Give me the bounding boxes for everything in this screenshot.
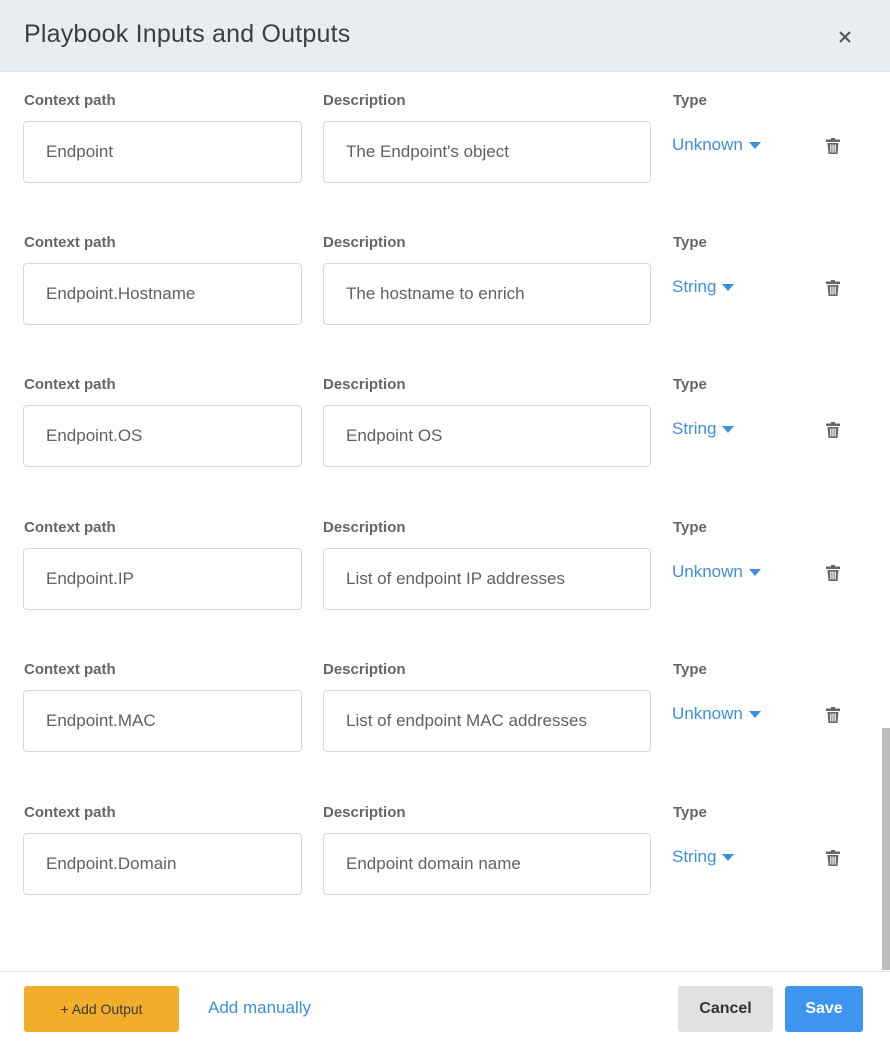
context-path-input[interactable]: Endpoint.OS	[23, 405, 302, 467]
context-path-input[interactable]: Endpoint.Hostname	[23, 263, 302, 325]
type-label: Type	[673, 661, 707, 678]
add-output-button[interactable]: + Add Output	[24, 986, 179, 1032]
scrollbar-thumb[interactable]	[882, 728, 890, 970]
context-path-label: Context path	[24, 92, 116, 109]
type-label: Type	[673, 519, 707, 536]
type-dropdown[interactable]: String	[672, 419, 735, 439]
description-input[interactable]: The hostname to enrich	[323, 263, 651, 325]
description-label: Description	[323, 376, 406, 393]
description-label: Description	[323, 519, 406, 536]
type-value: String	[672, 847, 717, 866]
dialog-footer: + Add Output Add manually Cancel Save	[0, 971, 890, 1043]
description-input[interactable]: Endpoint OS	[323, 405, 651, 467]
context-path-input[interactable]: Endpoint	[23, 121, 302, 183]
type-label: Type	[673, 234, 707, 251]
type-value: Unknown	[672, 562, 743, 581]
caret-down-icon	[748, 568, 761, 576]
context-path-label: Context path	[24, 376, 116, 393]
type-dropdown[interactable]: Unknown	[672, 562, 761, 582]
type-dropdown[interactable]: Unknown	[672, 704, 761, 724]
trash-icon[interactable]	[826, 565, 840, 581]
context-path-label: Context path	[24, 519, 116, 536]
context-path-input[interactable]: Endpoint.MAC	[23, 690, 302, 752]
context-path-input[interactable]: Endpoint.IP	[23, 548, 302, 610]
trash-icon[interactable]	[826, 422, 840, 438]
description-input[interactable]: List of endpoint IP addresses	[323, 548, 651, 610]
description-label: Description	[323, 92, 406, 109]
description-input[interactable]: The Endpoint's object	[323, 121, 651, 183]
type-value: Unknown	[672, 135, 743, 154]
description-label: Description	[323, 661, 406, 678]
output-row: Context path Description Type Endpoint T…	[0, 92, 870, 202]
output-row: Context path Description Type Endpoint.O…	[0, 376, 870, 486]
caret-down-icon	[722, 425, 735, 433]
description-label: Description	[323, 234, 406, 251]
output-row: Context path Description Type Endpoint.M…	[0, 661, 870, 771]
context-path-input[interactable]: Endpoint.Domain	[23, 833, 302, 895]
type-label: Type	[673, 804, 707, 821]
close-icon[interactable]	[836, 28, 854, 46]
type-label: Type	[673, 376, 707, 393]
add-manually-link[interactable]: Add manually	[208, 998, 311, 1018]
playbook-io-dialog: Playbook Inputs and Outputs Context path…	[0, 0, 890, 1043]
description-label: Description	[323, 804, 406, 821]
caret-down-icon	[748, 141, 761, 149]
type-dropdown[interactable]: Unknown	[672, 135, 761, 155]
context-path-label: Context path	[24, 804, 116, 821]
trash-icon[interactable]	[826, 280, 840, 296]
output-row: Context path Description Type Endpoint.D…	[0, 804, 870, 914]
outputs-list: Context path Description Type Endpoint T…	[0, 72, 890, 970]
type-value: Unknown	[672, 704, 743, 723]
trash-icon[interactable]	[826, 850, 840, 866]
dialog-title: Playbook Inputs and Outputs	[24, 20, 351, 48]
trash-icon[interactable]	[826, 138, 840, 154]
type-value: String	[672, 419, 717, 438]
output-row: Context path Description Type Endpoint.I…	[0, 519, 870, 629]
trash-icon[interactable]	[826, 707, 840, 723]
type-dropdown[interactable]: String	[672, 847, 735, 867]
cancel-button[interactable]: Cancel	[678, 986, 773, 1032]
caret-down-icon	[748, 710, 761, 718]
type-label: Type	[673, 92, 707, 109]
dialog-header: Playbook Inputs and Outputs	[0, 0, 890, 72]
context-path-label: Context path	[24, 661, 116, 678]
caret-down-icon	[722, 283, 735, 291]
context-path-label: Context path	[24, 234, 116, 251]
caret-down-icon	[722, 853, 735, 861]
output-row: Context path Description Type Endpoint.H…	[0, 234, 870, 344]
type-value: String	[672, 277, 717, 296]
save-button[interactable]: Save	[785, 986, 863, 1032]
type-dropdown[interactable]: String	[672, 277, 735, 297]
description-input[interactable]: Endpoint domain name	[323, 833, 651, 895]
description-input[interactable]: List of endpoint MAC addresses	[323, 690, 651, 752]
